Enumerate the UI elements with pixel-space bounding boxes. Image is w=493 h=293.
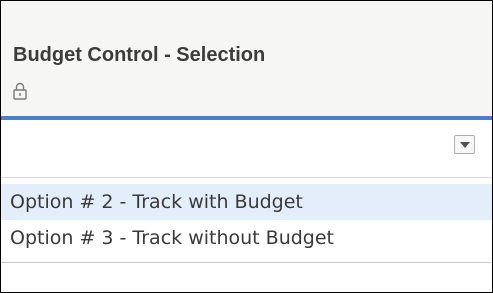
dropdown-toggle-button[interactable] (454, 135, 475, 154)
selection-dropdown[interactable] (1, 120, 492, 167)
option-track-with-budget[interactable]: Option # 2 - Track with Budget (1, 184, 492, 220)
triangle-down-icon (460, 142, 470, 148)
budget-control-widget: Budget Control - Selection Option # 2 - … (0, 0, 493, 293)
field-header: Budget Control - Selection (1, 1, 492, 116)
field-label: Budget Control - Selection (13, 44, 266, 66)
dropdown-options-list: Option # 2 - Track with Budget Option # … (1, 177, 492, 263)
option-track-without-budget[interactable]: Option # 3 - Track without Budget (1, 220, 492, 256)
lock-icon (13, 81, 27, 101)
